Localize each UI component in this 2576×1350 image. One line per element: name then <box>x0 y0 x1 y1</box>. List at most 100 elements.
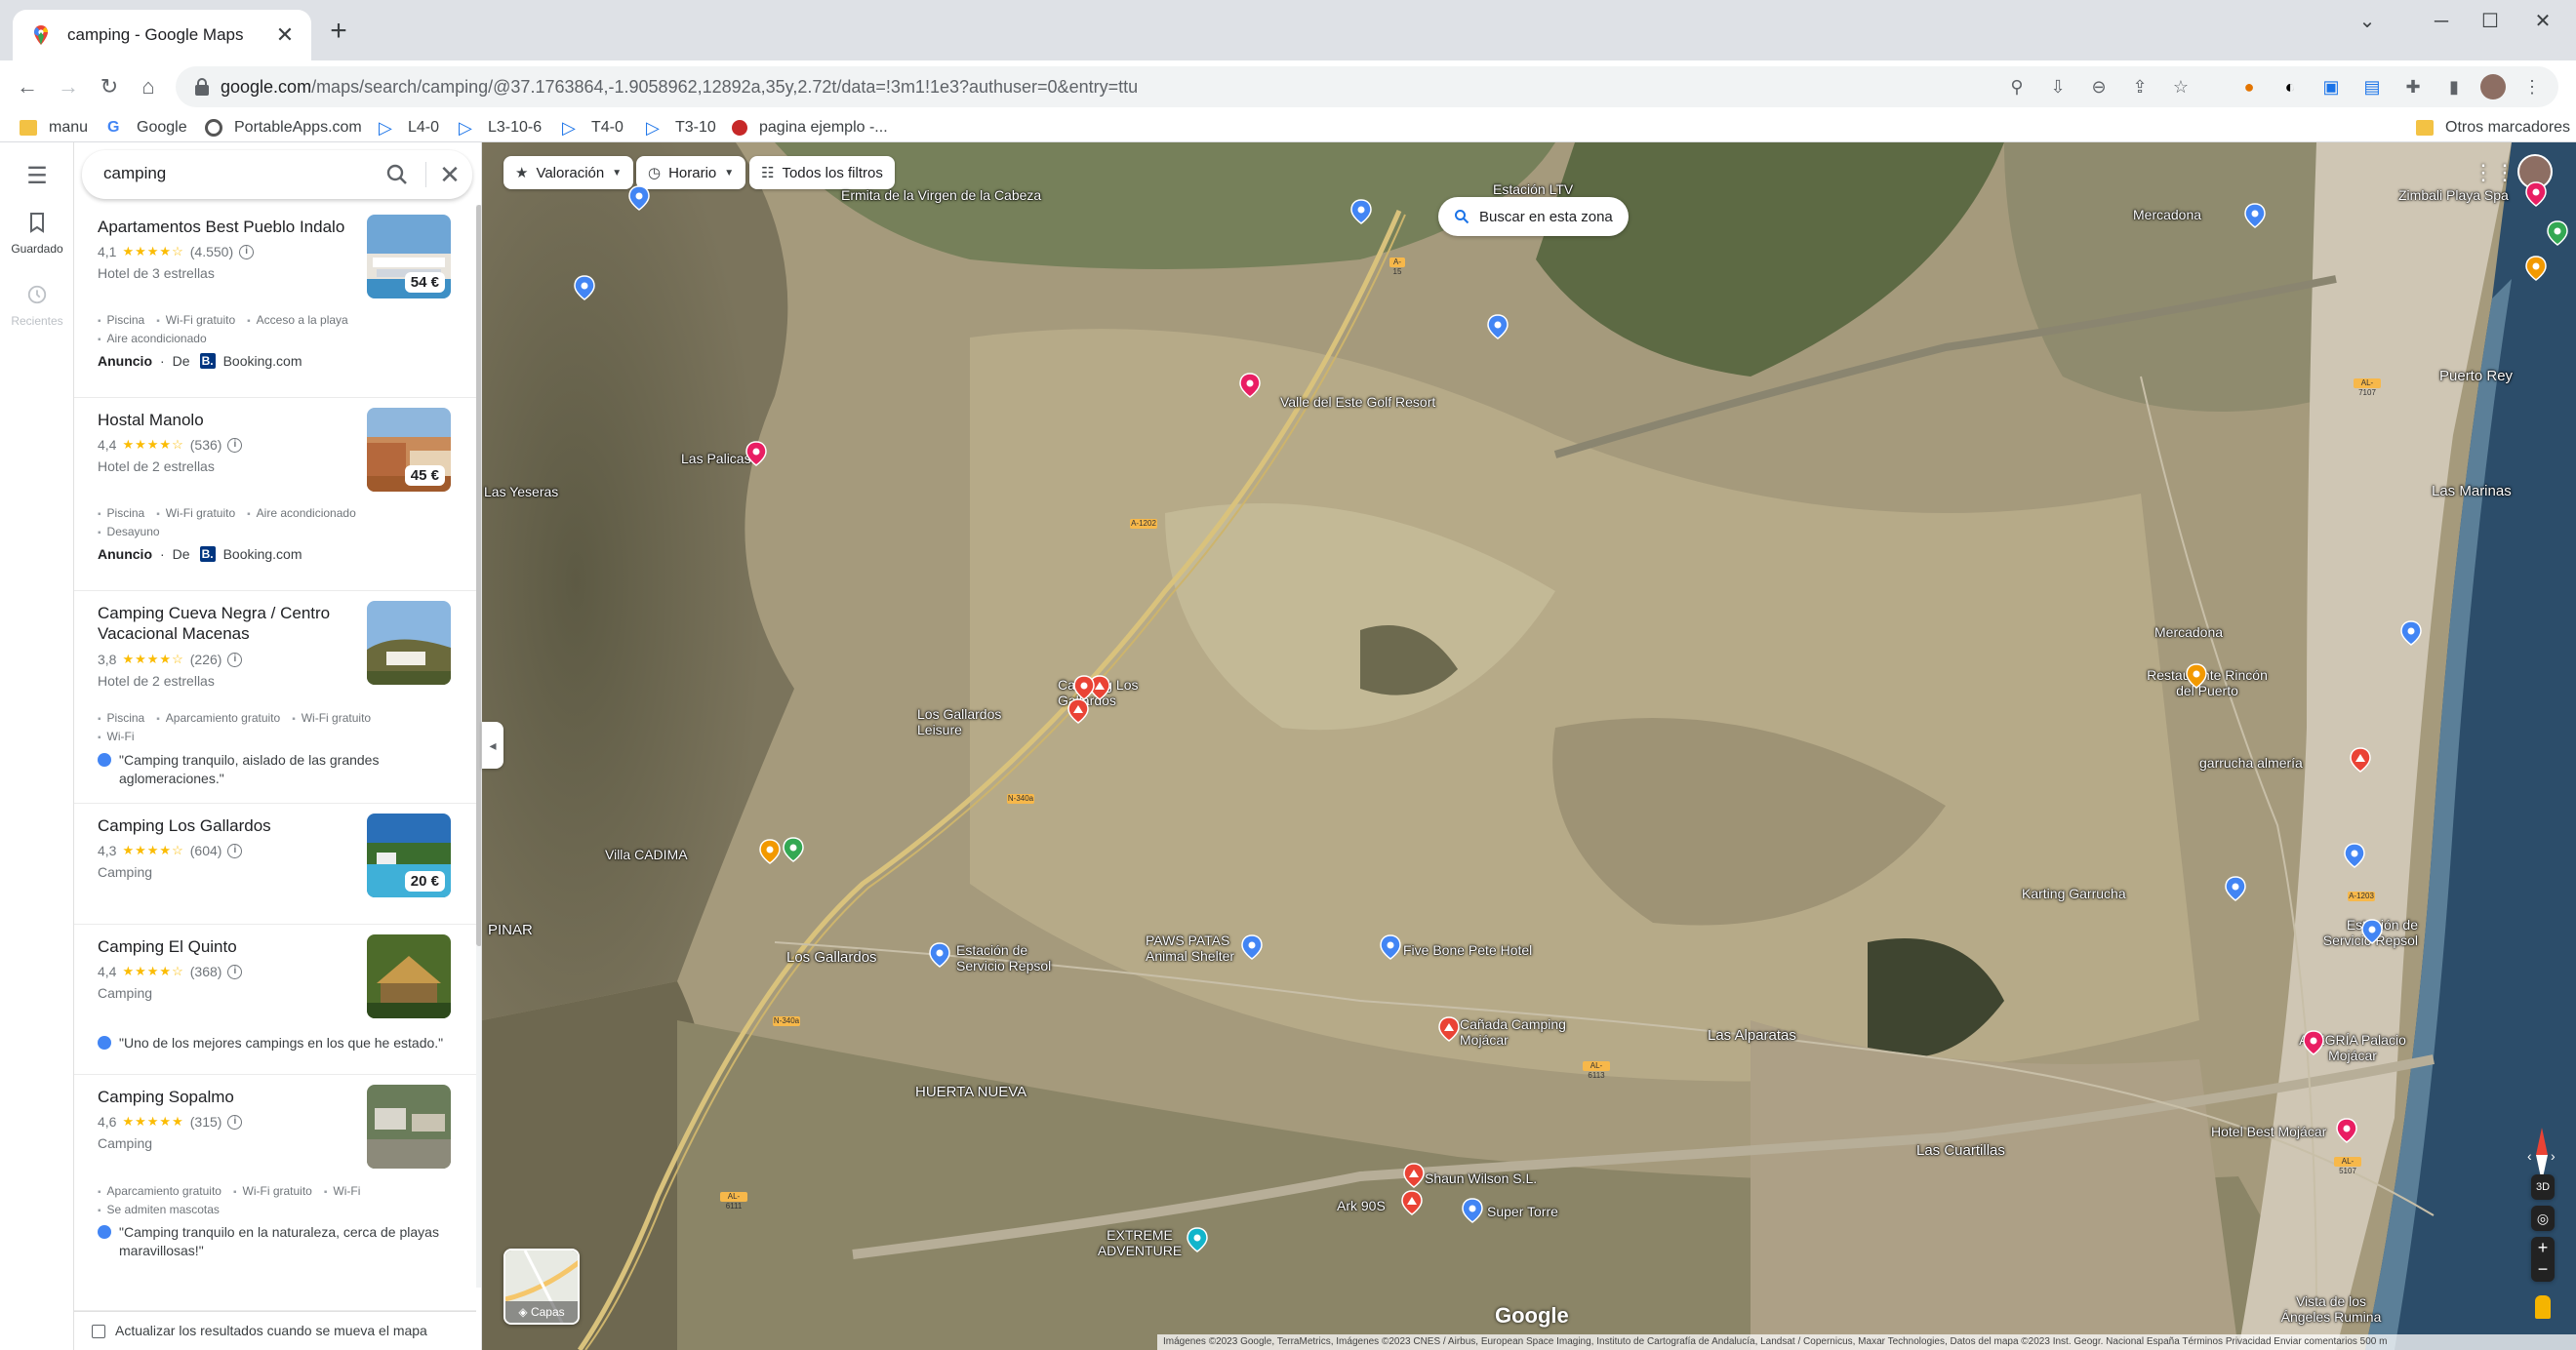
blue-pin-icon[interactable] <box>2400 620 2422 646</box>
pegman-icon[interactable] <box>2535 1295 2551 1319</box>
new-tab-button[interactable]: + <box>322 16 355 49</box>
green-pin-icon[interactable] <box>783 837 804 862</box>
map-label[interactable]: Las Palicas <box>681 451 751 466</box>
info-icon[interactable]: i <box>239 244 255 259</box>
minimize-button[interactable]: ─ <box>2420 4 2463 39</box>
result-photo[interactable] <box>367 1085 451 1169</box>
result-card[interactable]: Hostal Manolo 4,4 ★★★★☆ (536) i Hotel de 2 … <box>74 398 476 591</box>
close-window-button[interactable]: ✕ <box>2521 4 2564 39</box>
camping-pin-icon[interactable] <box>1067 698 1089 724</box>
map-label[interactable]: Las Cuartillas <box>1916 1143 2005 1159</box>
map-label[interactable]: EXTREME ADVENTURE <box>1091 1227 1188 1258</box>
info-icon[interactable]: i <box>227 843 243 858</box>
address-bar[interactable]: google.com/maps/search/camping/@37.17638… <box>176 66 2558 107</box>
bookmark-t4-0[interactable]: ▷ T4-0 <box>562 115 624 140</box>
info-icon[interactable]: i <box>227 437 243 453</box>
result-name[interactable]: Apartamentos Best Pueblo Indalo <box>98 217 359 237</box>
map-label[interactable]: Mercadona <box>2133 207 2201 222</box>
map-label[interactable]: Vista de los Ángeles Rumina <box>2277 1293 2385 1325</box>
map-label[interactable]: Los Gallardos Leisure <box>917 706 1015 737</box>
camping-pin-icon[interactable] <box>1401 1190 1423 1215</box>
blue-pin-icon[interactable] <box>929 942 950 968</box>
pink-pin-icon[interactable] <box>2303 1030 2324 1055</box>
back-button[interactable]: ← <box>12 71 43 102</box>
result-card[interactable]: Camping Sopalmo 4,6 ★★★★★ (315) i Camping A… <box>74 1075 476 1311</box>
bookmark-portableapps[interactable]: PortableApps.com <box>205 115 362 140</box>
search-icon[interactable] <box>384 162 410 187</box>
location-icon[interactable]: ⚲ <box>2002 72 2032 101</box>
info-icon[interactable]: i <box>227 652 243 667</box>
result-photo[interactable]: 20 € <box>367 814 451 897</box>
result-photo[interactable] <box>367 934 451 1018</box>
map-label[interactable]: Five Bone Pete Hotel <box>1403 942 1532 958</box>
satellite-map[interactable]: ★ Valoración ▼ ◷ Horario ▼ ☷ Todos los filtro… <box>482 142 2576 1350</box>
zoom-icon[interactable]: ⊖ <box>2084 72 2113 101</box>
zoom-out-button[interactable]: − <box>2531 1258 2555 1280</box>
extensions-puzzle-icon[interactable]: ✚ <box>2398 72 2428 101</box>
blue-pin-icon[interactable] <box>2344 843 2365 868</box>
search-this-area-button[interactable]: Buscar en esta zona <box>1438 197 1629 236</box>
menu-icon[interactable]: ☰ <box>25 162 49 190</box>
info-icon[interactable]: i <box>227 1114 243 1130</box>
home-button[interactable]: ⌂ <box>133 71 164 102</box>
update-results-checkbox[interactable] <box>92 1325 105 1338</box>
tab-search-chevron-icon[interactable]: ⌄ <box>2346 4 2389 39</box>
search-box[interactable]: camping ✕ <box>82 150 472 199</box>
map-label[interactable]: Hotel Best Mojácar <box>2211 1124 2326 1139</box>
camping-pin-icon[interactable] <box>2350 747 2371 773</box>
reload-button[interactable]: ↻ <box>94 71 125 102</box>
map-label[interactable]: garrucha almería <box>2199 755 2303 771</box>
blue-pin-icon[interactable] <box>1380 934 1401 960</box>
info-icon[interactable]: i <box>227 964 243 979</box>
orange-pin-icon[interactable] <box>2525 256 2547 281</box>
blue-pin-icon[interactable] <box>2225 876 2246 901</box>
blue-pin-icon[interactable] <box>1487 314 1509 339</box>
result-name[interactable]: Camping Sopalmo <box>98 1087 359 1107</box>
result-card[interactable]: Camping El Quinto 4,4 ★★★★☆ (368) i Camping… <box>74 925 476 1075</box>
forward-button[interactable]: → <box>53 71 84 102</box>
result-name[interactable]: Camping El Quinto <box>98 936 359 957</box>
blue-pin-icon[interactable] <box>2361 919 2383 944</box>
bookmark-star-icon[interactable]: ☆ <box>2166 72 2195 101</box>
bookmark-l4-0[interactable]: ▷ L4-0 <box>379 115 439 140</box>
map-label[interactable]: Shaun Wilson S.L. <box>1425 1171 1537 1186</box>
blue-pin-icon[interactable] <box>2244 203 2266 228</box>
other-bookmarks[interactable]: Otros marcadores <box>2416 115 2570 140</box>
pink-pin-icon[interactable] <box>1239 373 1261 398</box>
map-label[interactable]: Los Gallardos <box>786 950 877 966</box>
chip-rating[interactable]: ★ Valoración ▼ <box>503 156 634 189</box>
install-app-icon[interactable]: ⇩ <box>2043 72 2073 101</box>
green-pin-icon[interactable] <box>2547 220 2568 246</box>
map-label[interactable]: Karting Garrucha <box>2022 886 2126 901</box>
camping-pin-icon[interactable] <box>1438 1016 1460 1042</box>
pink-pin-icon[interactable] <box>2336 1118 2357 1143</box>
save-extension-icon[interactable]: ▣ <box>2316 72 2346 101</box>
my-location-button[interactable]: ◎ <box>2531 1206 2555 1231</box>
map-label[interactable]: PINAR <box>488 923 533 938</box>
update-results-label[interactable]: Actualizar los resultados cuando se muev… <box>115 1323 427 1338</box>
orange-pin-icon[interactable] <box>2186 663 2207 689</box>
browser-menu-icon[interactable]: ⋮ <box>2517 72 2547 101</box>
teal-pin-icon[interactable] <box>1187 1227 1208 1252</box>
map-label[interactable]: Mercadona <box>2154 624 2223 640</box>
result-photo[interactable]: 54 € <box>367 215 451 298</box>
map-label[interactable]: Restaurante Rincón del Puerto <box>2139 667 2275 698</box>
rail-saved[interactable]: Guardado <box>0 211 74 256</box>
red-pin-icon[interactable] <box>1073 675 1095 700</box>
pink-pin-icon[interactable] <box>745 441 767 466</box>
bookmark-l3-10-6[interactable]: ▷ L3-10-6 <box>459 115 542 140</box>
3d-toggle-button[interactable]: 3D <box>2531 1174 2555 1200</box>
map-label[interactable]: PAWS PATAS Animal Shelter <box>1146 933 1253 964</box>
ad-source[interactable]: Booking.com <box>223 546 302 562</box>
result-photo[interactable]: 45 € <box>367 408 451 492</box>
map-label[interactable]: Las Yeseras <box>484 484 558 499</box>
share-icon[interactable]: ⇪ <box>2125 72 2154 101</box>
map-label[interactable]: Villa CADIMA <box>605 847 688 862</box>
blue-pin-icon[interactable] <box>1241 934 1263 960</box>
maximize-button[interactable]: ☐ <box>2469 4 2512 39</box>
layers-button[interactable]: ◈ Capas <box>503 1249 580 1325</box>
result-card[interactable]: Camping Los Gallardos 4,3 ★★★★☆ (604) i Cam… <box>74 804 476 925</box>
collapse-panel-button[interactable]: ◂ <box>482 722 503 769</box>
apps-grid-icon[interactable]: ⋮⋮ <box>2473 158 2516 187</box>
blue-pin-icon[interactable] <box>574 275 595 300</box>
